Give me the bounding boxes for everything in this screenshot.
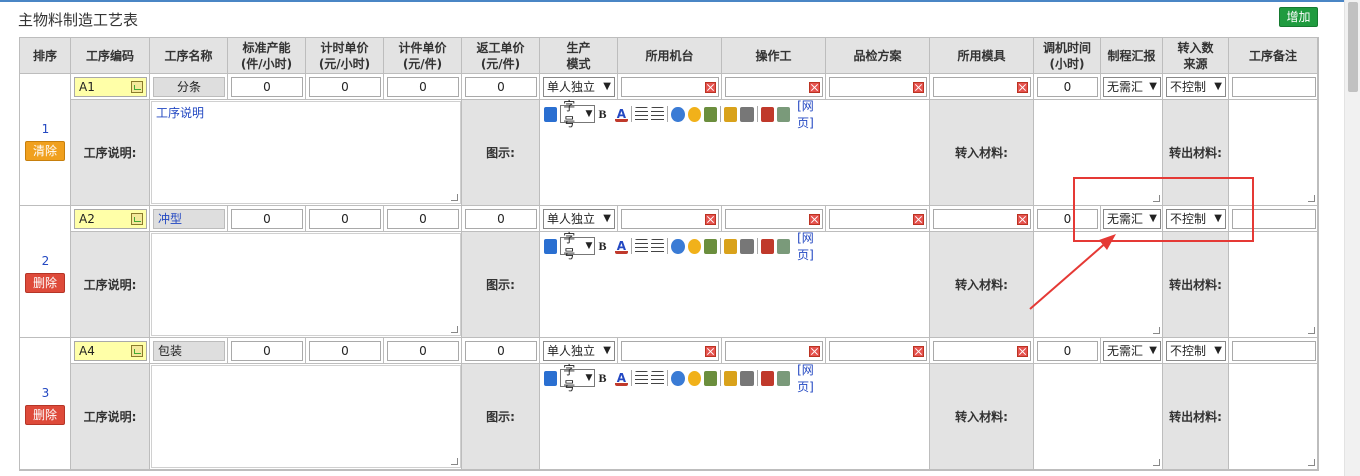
vertical-scrollbar[interactable] [1344,0,1360,476]
annotation-arrow [1029,234,1116,310]
scrollbar-thumb[interactable] [1348,2,1358,92]
